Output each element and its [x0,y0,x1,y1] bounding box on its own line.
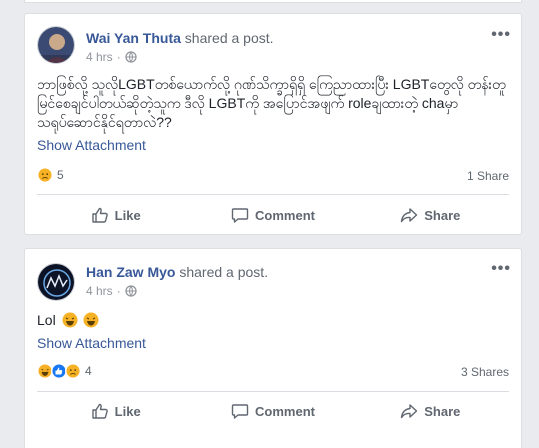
share-label: Share [424,207,461,223]
post-action-text: shared a post. [179,264,269,280]
post-text: Lol [37,311,509,330]
share-button[interactable]: Share [352,395,509,427]
post-meta: 4 hrs · [86,50,137,64]
action-row: Like Comment Share [37,199,509,231]
more-options-icon[interactable]: ••• [491,27,511,43]
post-header: Wai Yan Thuta shared a post. [86,30,274,46]
comment-button[interactable]: Comment [194,395,351,427]
reaction-count: 5 [57,168,64,182]
thumbs-up-icon [91,207,108,223]
like-button[interactable]: Like [37,395,194,427]
divider [37,391,509,392]
previous-card-edge [24,0,522,3]
post-text-content: Lol [37,312,56,328]
thumbs-up-icon [91,403,108,419]
share-count[interactable]: 1 Share [467,169,509,183]
share-button[interactable]: Share [352,199,509,231]
sad-reaction-icon [65,363,81,379]
post-card: Han Zaw Myo shared a post. 4 hrs · ••• L… [24,248,522,448]
post-action-text: shared a post. [184,30,274,46]
post-header: Han Zaw Myo shared a post. [86,264,268,280]
like-button[interactable]: Like [37,199,194,231]
post-card: Wai Yan Thuta shared a post. 4 hrs · •••… [24,13,522,235]
like-label: Like [114,403,141,419]
author-name[interactable]: Han Zaw Myo [86,264,175,280]
share-arrow-icon [401,208,418,223]
post-text: ဘာဖြစ်လို့ သူလိုLGBTတစ်ယောက်လို့ ဂုဏ်သိက… [37,76,506,130]
reaction-summary[interactable]: 4 [37,363,92,379]
laughing-emoji-icon [83,312,99,328]
reaction-summary[interactable]: 5 [37,167,64,183]
timestamp[interactable]: 4 hrs [86,50,113,64]
share-arrow-icon [401,404,418,419]
avatar[interactable] [37,263,75,301]
show-attachment-link[interactable]: Show Attachment [37,335,146,351]
comment-label: Comment [255,403,315,419]
laughing-emoji-icon [62,312,78,328]
reaction-count: 4 [85,364,92,378]
comment-button[interactable]: Comment [194,199,351,231]
divider [37,194,509,195]
globe-icon [125,51,137,63]
comment-icon [231,208,249,223]
action-row: Like Comment Share [37,395,509,427]
show-attachment-link[interactable]: Show Attachment [37,137,146,153]
sad-reaction-icon [37,167,53,183]
globe-icon [125,285,137,297]
timestamp[interactable]: 4 hrs [86,284,113,298]
comment-icon [231,404,249,419]
like-label: Like [114,207,141,223]
author-name[interactable]: Wai Yan Thuta [86,30,181,46]
share-label: Share [424,403,461,419]
more-options-icon[interactable]: ••• [491,261,511,277]
avatar[interactable] [37,26,75,64]
share-count[interactable]: 3 Shares [461,365,509,379]
post-meta: 4 hrs · [86,284,137,298]
comment-label: Comment [255,207,315,223]
